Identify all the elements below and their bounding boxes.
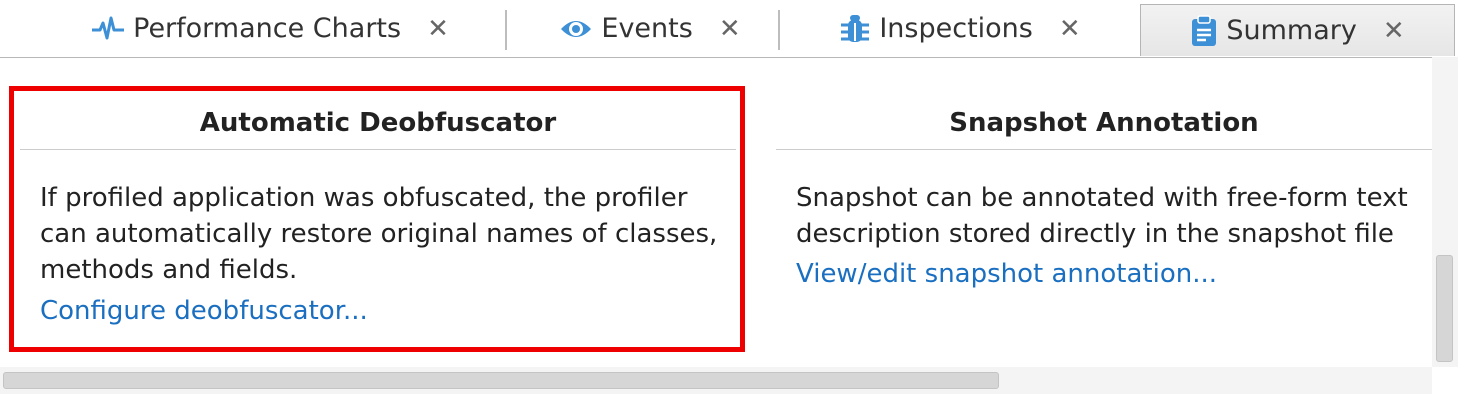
tab-divider bbox=[505, 10, 507, 50]
pulse-icon bbox=[91, 14, 125, 44]
tab-performance-charts[interactable]: Performance Charts ✕ bbox=[70, 0, 470, 57]
annotation-panel: Snapshot Annotation Snapshot can be anno… bbox=[776, 96, 1432, 346]
vertical-scrollbar[interactable] bbox=[1432, 57, 1458, 367]
tab-label: Inspections bbox=[879, 13, 1033, 44]
horizontal-scrollbar[interactable] bbox=[0, 367, 1432, 394]
close-icon[interactable]: ✕ bbox=[1059, 14, 1081, 44]
tab-bar: Performance Charts ✕ Events ✕ Inspection… bbox=[0, 0, 1458, 58]
tab-divider bbox=[778, 10, 780, 50]
close-icon[interactable]: ✕ bbox=[719, 14, 741, 44]
tab-inspections[interactable]: Inspections ✕ bbox=[810, 0, 1110, 57]
tab-label: Performance Charts bbox=[133, 13, 402, 44]
clipboard-icon bbox=[1190, 14, 1218, 47]
description-line: Snapshot can be annotated with free-form… bbox=[796, 183, 1408, 213]
edit-annotation-link[interactable]: View/edit snapshot annotation... bbox=[796, 259, 1217, 289]
eye-icon bbox=[559, 15, 593, 43]
close-icon[interactable]: ✕ bbox=[1383, 16, 1405, 46]
tab-events[interactable]: Events ✕ bbox=[530, 0, 770, 57]
tab-label: Summary bbox=[1226, 15, 1357, 46]
bug-icon bbox=[839, 13, 871, 45]
scrollbar-thumb[interactable] bbox=[1436, 255, 1453, 362]
divider bbox=[776, 149, 1432, 150]
description-line: description stored directly in the snaps… bbox=[796, 219, 1394, 249]
panel-title: Snapshot Annotation bbox=[949, 108, 1259, 138]
highlight-box bbox=[9, 86, 745, 352]
close-icon[interactable]: ✕ bbox=[427, 14, 449, 44]
tab-label: Events bbox=[601, 13, 693, 44]
tab-summary[interactable]: Summary ✕ bbox=[1140, 4, 1455, 56]
panel-description: Snapshot can be annotated with free-form… bbox=[796, 180, 1408, 252]
scrollbar-thumb[interactable] bbox=[3, 372, 999, 389]
